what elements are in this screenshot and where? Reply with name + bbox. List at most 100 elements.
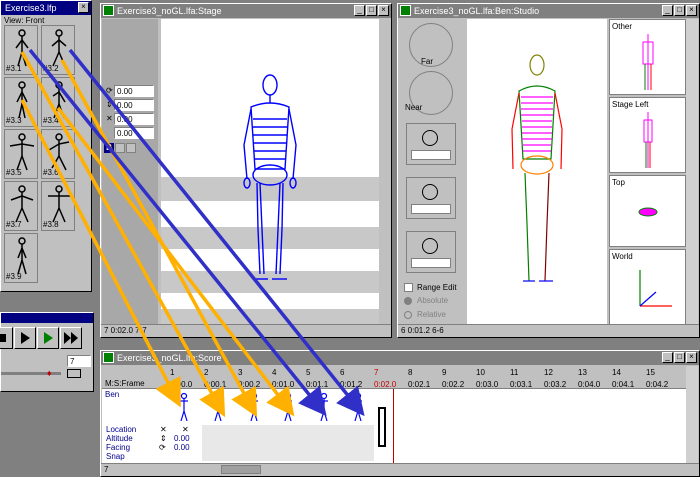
car-icon[interactable] bbox=[67, 369, 81, 378]
close-icon[interactable]: × bbox=[78, 2, 89, 13]
score-scrollbar-v[interactable] bbox=[686, 366, 698, 463]
absolute-radio[interactable] bbox=[404, 297, 412, 305]
view-other[interactable]: Other bbox=[609, 19, 686, 95]
row-altitude-value[interactable]: 0.00 bbox=[174, 434, 190, 443]
track-name-ben[interactable]: Ben bbox=[105, 390, 119, 399]
score-titlebar[interactable]: Exercise3_noGL.lfa:Score _ □ × bbox=[101, 351, 699, 365]
figure-icon bbox=[643, 112, 653, 168]
view-label[interactable]: View: Front bbox=[4, 16, 44, 25]
view-thumbnails: Other Stage Left Top World bbox=[609, 19, 686, 325]
speed-icon[interactable]: ♦ bbox=[47, 368, 52, 378]
thumbnail-3-5[interactable]: #3.5 bbox=[4, 129, 38, 179]
stage-tool-panel: ⟳ 0.00 ⇕ 0.00 ✕ 0.00 0.00 B bbox=[102, 19, 158, 325]
scale-field[interactable]: 0.00 bbox=[114, 127, 154, 139]
row-location-symbol: ✕ bbox=[160, 425, 167, 434]
pose-icon bbox=[16, 81, 28, 119]
camera-knob-2[interactable] bbox=[406, 177, 456, 219]
pose-icon bbox=[51, 29, 67, 67]
score-body: Ben Location ✕ ✕ Altitude ⇕ 0.00 Facing … bbox=[102, 389, 687, 463]
row-altitude-symbol: ⇕ bbox=[160, 434, 167, 443]
tool-button[interactable] bbox=[126, 143, 136, 153]
library-title: Exercise3.lfp bbox=[5, 3, 57, 13]
play-icon bbox=[21, 332, 30, 344]
view-world[interactable]: World bbox=[609, 249, 686, 325]
b-button[interactable]: B bbox=[104, 143, 114, 153]
playback-slider[interactable] bbox=[1, 372, 61, 375]
pose-icon bbox=[10, 185, 34, 223]
score-scrollbar-h[interactable] bbox=[221, 465, 261, 474]
thumbnail-3-1[interactable]: #3.1 bbox=[4, 25, 38, 75]
camera-knob-1[interactable] bbox=[406, 123, 456, 165]
frame-field[interactable]: 7 bbox=[67, 355, 91, 367]
row-location-value[interactable]: ✕ bbox=[182, 425, 189, 434]
thumbnail-3-7[interactable]: #3.7 bbox=[4, 181, 38, 231]
stop-icon bbox=[0, 334, 6, 342]
pose-icon bbox=[9, 133, 35, 171]
playback-window: 7 ♦ bbox=[0, 312, 94, 392]
playhead[interactable] bbox=[393, 389, 394, 463]
camera-panel: Far Near Range Edit Absolute Relative bbox=[399, 19, 465, 325]
thumbnail-3-8[interactable]: #3.8 bbox=[41, 181, 75, 231]
thumbnail-3-3[interactable]: #3.3 bbox=[4, 77, 38, 127]
stage-title: Exercise3_noGL.lfa:Stage bbox=[117, 6, 222, 16]
stop-button[interactable] bbox=[0, 327, 13, 349]
range-edit-checkbox[interactable] bbox=[404, 283, 413, 292]
playback-titlebar[interactable] bbox=[1, 313, 93, 323]
thumbnail-3-4[interactable]: #3.4 bbox=[41, 77, 75, 127]
figure-ben-studio[interactable] bbox=[467, 19, 607, 325]
stage-viewport[interactable] bbox=[161, 19, 379, 325]
play-button[interactable] bbox=[14, 327, 36, 349]
close-icon[interactable]: × bbox=[686, 5, 697, 16]
figure-ben[interactable] bbox=[161, 19, 379, 325]
fast-forward-icon bbox=[64, 332, 78, 344]
app-icon bbox=[103, 5, 114, 16]
minimize-icon[interactable]: _ bbox=[354, 5, 365, 16]
rotate-icon: ⟳ bbox=[106, 86, 113, 95]
altitude-icon: ⇕ bbox=[106, 100, 113, 109]
track-end-box[interactable] bbox=[378, 407, 386, 447]
stage-titlebar[interactable]: Exercise3_noGL.lfa:Stage _ □ × bbox=[101, 4, 391, 18]
minimize-icon[interactable]: _ bbox=[662, 5, 673, 16]
pose-icon bbox=[15, 29, 29, 67]
studio-viewport[interactable] bbox=[467, 19, 607, 325]
close-icon[interactable]: × bbox=[378, 5, 389, 16]
row-altitude-label: Altitude bbox=[106, 434, 133, 443]
score-header: M:S:Frame 1 2 3 4 5 6 7 8 9 10 11 12 13 … bbox=[102, 366, 687, 389]
view-stage-left[interactable]: Stage Left bbox=[609, 97, 686, 173]
thumbnail-grid: #3.1 #3.2 #3.3 #3.4 #3.5 #3.6 #3.7 #3.8 … bbox=[4, 25, 76, 287]
frame-ruler[interactable]: 1 2 3 4 5 6 7 8 9 10 11 12 13 14 15 0:00… bbox=[168, 366, 687, 389]
studio-scrollbar[interactable] bbox=[686, 19, 698, 325]
maximize-icon[interactable]: □ bbox=[674, 352, 685, 363]
pose-icon bbox=[17, 237, 27, 275]
library-titlebar[interactable]: Exercise3.lfp × bbox=[1, 1, 91, 15]
relative-radio[interactable] bbox=[404, 311, 412, 319]
row-facing-label: Facing bbox=[106, 443, 131, 452]
rotate-field[interactable]: 0.00 bbox=[114, 85, 154, 97]
studio-title: Exercise3_noGL.lfa:Ben:Studio bbox=[414, 6, 540, 16]
maximize-icon[interactable]: □ bbox=[366, 5, 377, 16]
camera-knob-3[interactable] bbox=[406, 231, 456, 273]
fast-forward-button[interactable] bbox=[60, 327, 82, 349]
keyframes-row[interactable] bbox=[168, 391, 408, 423]
row-facing-value[interactable]: 0.00 bbox=[174, 443, 190, 452]
maximize-icon[interactable]: □ bbox=[674, 5, 685, 16]
view-top[interactable]: Top bbox=[609, 175, 686, 247]
stage-window: Exercise3_noGL.lfa:Stage _ □ × ⟳ 0.00 ⇕ … bbox=[100, 3, 392, 338]
thumbnail-3-2[interactable]: #3.2 bbox=[41, 25, 75, 75]
score-header-label: M:S:Frame bbox=[105, 379, 145, 388]
thumbnail-3-6[interactable]: #3.6 bbox=[41, 129, 75, 179]
studio-window: Exercise3_noGL.lfa:Ben:Studio _ □ × Far … bbox=[397, 3, 700, 338]
score-window: Exercise3_noGL.lfa:Score _ □ × M:S:Frame… bbox=[100, 350, 700, 477]
transport-row bbox=[0, 327, 95, 349]
thumbnail-3-9[interactable]: #3.9 bbox=[4, 233, 38, 283]
minimize-icon[interactable]: _ bbox=[662, 352, 673, 363]
play-green-icon bbox=[44, 332, 53, 344]
position-field[interactable]: 0.00 bbox=[114, 113, 154, 125]
close-icon[interactable]: × bbox=[686, 352, 697, 363]
studio-titlebar[interactable]: Exercise3_noGL.lfa:Ben:Studio _ □ × bbox=[398, 4, 699, 18]
altitude-field[interactable]: 0.00 bbox=[114, 99, 154, 111]
loop-play-button[interactable] bbox=[37, 327, 59, 349]
app-icon bbox=[103, 352, 114, 363]
tool-button[interactable] bbox=[115, 143, 125, 153]
row-facing-symbol: ⟳ bbox=[159, 443, 166, 452]
